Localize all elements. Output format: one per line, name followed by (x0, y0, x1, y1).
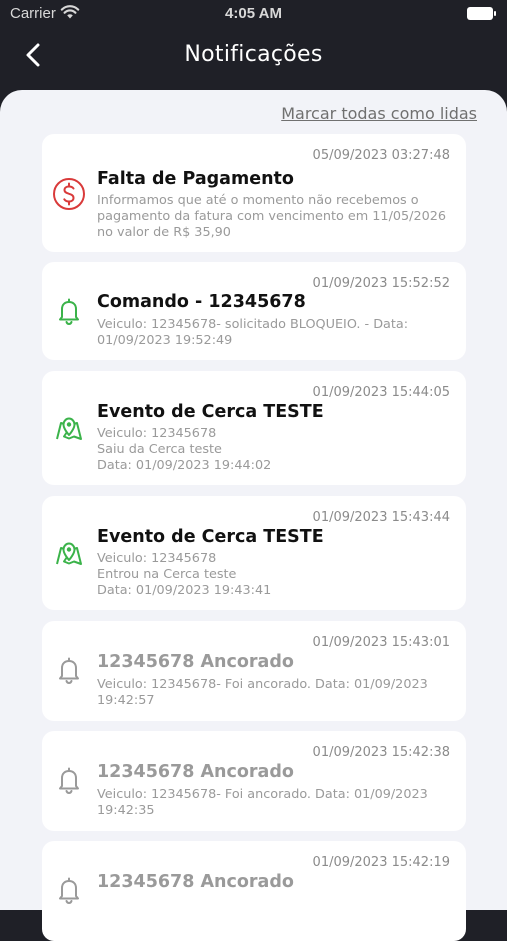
notification-line: Data: 01/09/2023 19:43:41 (97, 583, 272, 598)
notification-line: Veiculo: 12345678- Foi ancorado. Data: 0… (97, 677, 428, 692)
notification-date: 01/09/2023 15:43:44 (312, 510, 450, 525)
notification-card[interactable]: 01/09/2023 15:52:52 Comando - 12345678 V… (42, 262, 466, 360)
notification-card[interactable]: 05/09/2023 03:27:48 Falta de Pagamento I… (42, 134, 466, 252)
notification-date: 01/09/2023 15:42:38 (312, 745, 450, 760)
notification-body: Veiculo: 12345678 Entrou na Cerca teste … (97, 551, 452, 599)
notification-line: Veiculo: 12345678 (97, 551, 217, 566)
notification-body: Veiculo: 12345678- Foi ancorado. Data: 0… (97, 787, 452, 819)
notifications-sheet: Marcar todas como lidas 05/09/2023 03:27… (0, 90, 507, 941)
dollar-icon (53, 178, 85, 210)
notification-line: 19:42:35 (97, 803, 155, 818)
notification-title: Evento de Cerca TESTE (97, 527, 324, 547)
notification-line: Data: 01/09/2023 19:44:02 (97, 458, 272, 473)
status-bar: Carrier 4:05 AM (0, 0, 507, 28)
notification-body: Veiculo: 12345678- solicitado BLOQUEIO. … (97, 317, 452, 349)
notification-date: 01/09/2023 15:52:52 (312, 276, 450, 291)
notification-line: Veiculo: 12345678 (97, 426, 217, 441)
notification-card[interactable]: 01/09/2023 15:42:19 12345678 Ancorado (42, 841, 466, 941)
notification-title: 12345678 Ancorado (97, 762, 294, 782)
notification-title: 12345678 Ancorado (97, 872, 294, 892)
map-pin-icon (56, 542, 82, 565)
notification-line: Saiu da Cerca teste (97, 442, 222, 457)
notification-line: 19:42:57 (97, 693, 155, 708)
nav-bar: Notificações (0, 28, 507, 86)
notification-title: Comando - 12345678 (97, 292, 306, 312)
notification-title: Falta de Pagamento (97, 169, 294, 189)
status-time: 4:05 AM (225, 5, 282, 22)
notification-body: Veiculo: 12345678- Foi ancorado. Data: 0… (97, 677, 452, 709)
bell-icon (59, 767, 79, 795)
notification-line: 01/09/2023 19:52:49 (97, 333, 233, 348)
bell-icon (59, 298, 79, 326)
page-title: Notificações (184, 42, 323, 67)
notification-title: 12345678 Ancorado (97, 652, 294, 672)
notification-date: 05/09/2023 03:27:48 (312, 148, 450, 163)
notification-card[interactable]: 01/09/2023 15:42:38 12345678 Ancorado Ve… (42, 731, 466, 831)
notification-date: 01/09/2023 15:43:01 (312, 635, 450, 650)
notification-body: Veiculo: 12345678 Saiu da Cerca teste Da… (97, 426, 452, 474)
map-pin-icon (56, 417, 82, 440)
notification-date: 01/09/2023 15:42:19 (312, 855, 450, 870)
notification-title: Evento de Cerca TESTE (97, 402, 324, 422)
notification-card[interactable]: 01/09/2023 15:44:05 Evento de Cerca TEST… (42, 371, 466, 485)
notification-line: Veiculo: 12345678- Foi ancorado. Data: 0… (97, 787, 428, 802)
bell-icon (59, 657, 79, 685)
notification-line: Veiculo: 12345678- solicitado BLOQUEIO. … (97, 317, 409, 332)
notification-card[interactable]: 01/09/2023 15:43:01 12345678 Ancorado Ve… (42, 621, 466, 721)
notification-line: Informamos que até o momento não recebem… (97, 193, 419, 208)
mark-all-read-link[interactable]: Marcar todas como lidas (281, 104, 477, 123)
notification-body: Informamos que até o momento não recebem… (97, 193, 452, 241)
battery-icon (467, 7, 496, 20)
notification-line: pagamento da fatura com vencimento em 11… (97, 209, 447, 224)
bell-icon (59, 877, 79, 905)
notification-date: 01/09/2023 15:44:05 (312, 385, 450, 400)
notification-line: Entrou na Cerca teste (97, 567, 237, 582)
notification-card[interactable]: 01/09/2023 15:43:44 Evento de Cerca TEST… (42, 496, 466, 610)
notification-line: no valor de R$ 35,90 (97, 225, 231, 240)
